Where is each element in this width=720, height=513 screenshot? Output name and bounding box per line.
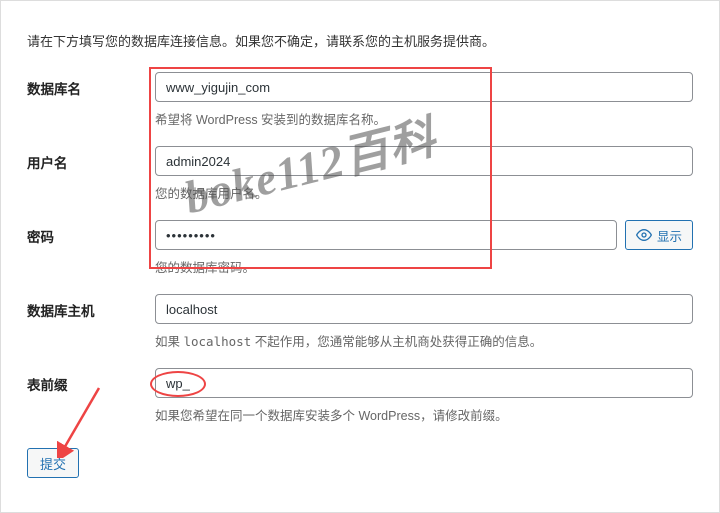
help-dbhost: 如果 localhost 不起作用，您通常能够从主机商处获得正确的信息。 [155, 331, 693, 350]
submit-button[interactable]: 提交 [27, 448, 79, 478]
label-dbhost: 数据库主机 [27, 294, 155, 320]
intro-text: 请在下方填写您的数据库连接信息。如果您不确定，请联系您的主机服务提供商。 [27, 31, 693, 50]
show-password-label: 显示 [657, 226, 682, 245]
row-password: 密码 显示 您的数据库密码。 [27, 220, 693, 276]
help-dbname: 希望将 WordPress 安装到的数据库名称。 [155, 109, 693, 128]
label-username: 用户名 [27, 146, 155, 172]
eye-icon [636, 227, 652, 243]
row-dbname: 数据库名 希望将 WordPress 安装到的数据库名称。 [27, 72, 693, 128]
label-password: 密码 [27, 220, 155, 246]
form-table: 数据库名 希望将 WordPress 安装到的数据库名称。 用户名 您的数据库用… [27, 72, 693, 424]
label-dbname: 数据库名 [27, 72, 155, 98]
input-password[interactable] [155, 220, 617, 250]
input-dbhost[interactable] [155, 294, 693, 324]
db-setup-form: 请在下方填写您的数据库连接信息。如果您不确定，请联系您的主机服务提供商。 数据库… [0, 0, 720, 513]
input-prefix[interactable] [155, 368, 693, 398]
row-prefix: 表前缀 如果您希望在同一个数据库安装多个 WordPress，请修改前缀。 [27, 368, 693, 424]
help-username: 您的数据库用户名。 [155, 183, 693, 202]
label-prefix: 表前缀 [27, 368, 155, 394]
help-prefix: 如果您希望在同一个数据库安装多个 WordPress，请修改前缀。 [155, 405, 693, 424]
row-username: 用户名 您的数据库用户名。 [27, 146, 693, 202]
help-password: 您的数据库密码。 [155, 257, 693, 276]
input-username[interactable] [155, 146, 693, 176]
row-dbhost: 数据库主机 如果 localhost 不起作用，您通常能够从主机商处获得正确的信… [27, 294, 693, 350]
input-dbname[interactable] [155, 72, 693, 102]
show-password-button[interactable]: 显示 [625, 220, 693, 250]
